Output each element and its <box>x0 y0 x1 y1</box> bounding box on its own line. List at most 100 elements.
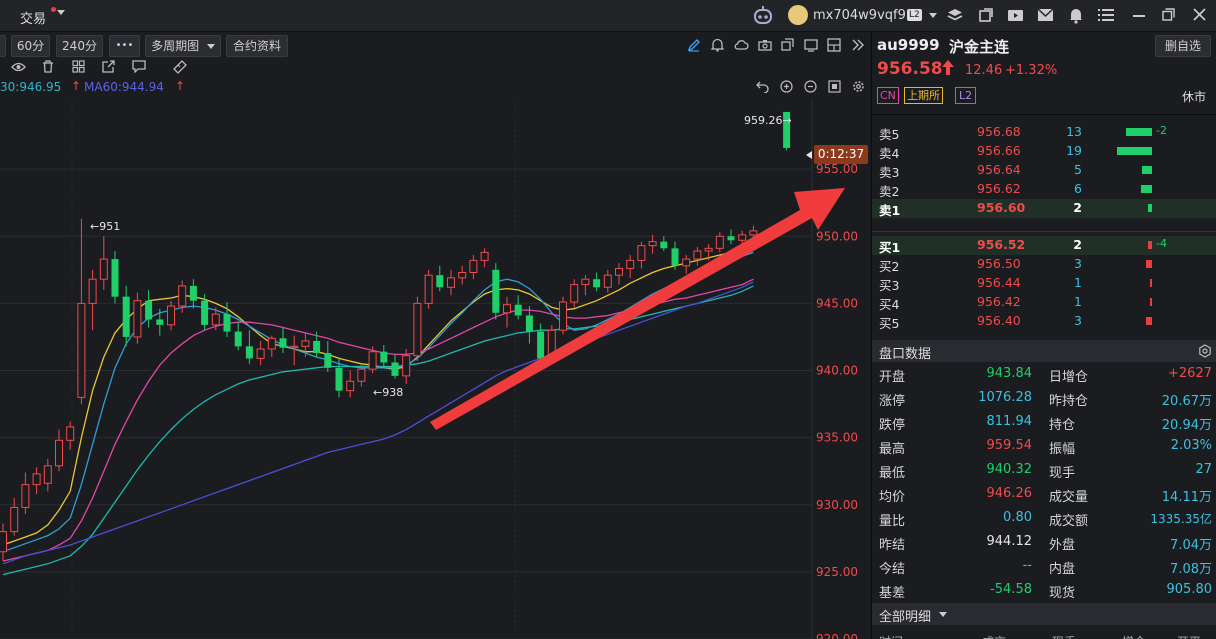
panel-settings-icon[interactable] <box>1198 344 1212 361</box>
price-change-pct: +1.32% <box>1005 63 1058 78</box>
candle-body <box>313 340 321 354</box>
trade-menu[interactable]: 交易 <box>20 8 46 27</box>
tab-60min[interactable]: 60分 <box>11 35 50 57</box>
more-button[interactable]: ••• <box>109 35 140 57</box>
volume-bar <box>1142 166 1152 174</box>
zoom-in-icon[interactable] <box>780 80 793 96</box>
ruler-icon[interactable] <box>173 60 187 77</box>
candlestick-chart[interactable]: 955.00 950.00 945.00 940.00 935.00 930.00 925.… <box>0 100 870 639</box>
stat-label: 持仓 <box>1049 418 1076 433</box>
undo-icon[interactable] <box>756 80 769 96</box>
level-volume: 13 <box>1066 124 1082 139</box>
cloud-icon[interactable] <box>734 39 749 54</box>
stat-label: 现货 <box>1049 586 1076 601</box>
username[interactable]: mx704w9vqf9 <box>813 8 906 23</box>
level-price: 956.44 <box>977 275 1021 290</box>
stat-label: 外盘 <box>1049 538 1076 553</box>
volume-bar <box>1150 279 1152 287</box>
alarm-bell-icon[interactable] <box>710 38 725 55</box>
candle-body <box>413 302 422 357</box>
copy-icon[interactable] <box>781 38 795 55</box>
user-caret-icon[interactable] <box>929 13 937 18</box>
tab-period-partial[interactable] <box>0 35 6 57</box>
ask-row[interactable]: 卖2 956.62 6 <box>872 180 1216 199</box>
remove-watchlist-button[interactable]: 删自选 <box>1155 35 1211 57</box>
stat-item: 日增仓 +2627 <box>872 364 1216 385</box>
level-volume: 19 <box>1066 143 1082 158</box>
menu-icon[interactable] <box>1098 8 1114 25</box>
last-high-annotation: 959.26→ <box>744 114 792 127</box>
ask-row[interactable]: 卖3 956.64 5 <box>872 161 1216 180</box>
level-label: 买3 <box>879 278 900 293</box>
notification-dot <box>51 7 56 12</box>
restore-icon[interactable] <box>1162 8 1175 24</box>
candle-body <box>704 247 713 252</box>
candle-body <box>145 300 153 320</box>
candle-body <box>201 300 209 325</box>
panel-header: 盘口数据 <box>872 340 1216 362</box>
robot-icon[interactable] <box>753 6 773 28</box>
screen-icon[interactable] <box>804 38 818 55</box>
bell-icon[interactable] <box>1068 7 1084 27</box>
fit-icon[interactable] <box>828 80 841 96</box>
volume-bar <box>1146 317 1152 325</box>
zoom-out-icon[interactable] <box>804 80 817 96</box>
avatar[interactable] <box>788 5 808 25</box>
candle-body <box>581 278 590 286</box>
tab-240min[interactable]: 240分 <box>56 35 103 57</box>
bid-row[interactable]: 买4 956.42 1 <box>872 293 1216 312</box>
contract-info-button[interactable]: 合约资料 <box>226 35 288 57</box>
candle-body <box>88 278 97 304</box>
settings-icon[interactable] <box>852 80 865 96</box>
bid-row[interactable]: 买3 956.44 1 <box>872 274 1216 293</box>
bid-row[interactable]: 买2 956.50 3 <box>872 255 1216 274</box>
candle-body <box>211 313 220 326</box>
level-price: 956.60 <box>977 200 1026 215</box>
details-caret-icon[interactable] <box>939 612 947 617</box>
trash-icon[interactable] <box>42 60 54 76</box>
candle-body <box>693 250 702 260</box>
volume-bar <box>1117 147 1152 155</box>
multi-period-dropdown[interactable]: 多周期图 <box>145 35 221 57</box>
ask-row[interactable]: 卖5 956.68 13 -2 <box>872 123 1216 142</box>
level-price: 956.52 <box>977 237 1026 252</box>
camera-icon[interactable] <box>758 39 772 54</box>
level-volume: 2 <box>1073 200 1082 215</box>
caret-down-icon[interactable] <box>57 10 65 15</box>
high-annotation: ←951 <box>90 220 121 233</box>
details-button[interactable]: 全部明细 <box>879 606 931 625</box>
layers-icon[interactable] <box>947 7 963 26</box>
minimize-icon[interactable] <box>1133 15 1145 17</box>
stat-label: 昨持仓 <box>1049 394 1089 409</box>
level-price: 956.62 <box>977 181 1021 196</box>
volume-bar <box>1126 128 1152 136</box>
ask-row[interactable]: 卖4 956.66 19 <box>872 142 1216 161</box>
price-change: 12.46 <box>965 63 1003 78</box>
stat-label: 内盘 <box>1049 562 1076 577</box>
level-volume: 2 <box>1073 237 1082 252</box>
pen-icon[interactable] <box>687 38 701 55</box>
collapse-right-icon[interactable] <box>852 38 864 55</box>
candle-body <box>447 277 455 288</box>
candle-body <box>368 351 377 370</box>
candle-body <box>637 245 646 261</box>
candle-body <box>111 259 119 297</box>
level-volume: 3 <box>1074 256 1082 271</box>
video-icon[interactable] <box>1007 7 1024 26</box>
eye-icon[interactable] <box>11 61 26 76</box>
multi-period-label: 多周期图 <box>151 39 200 53</box>
comment-icon[interactable] <box>132 60 146 76</box>
ma-line <box>2 281 754 565</box>
close-icon[interactable] <box>1193 8 1206 24</box>
window-switch-icon[interactable] <box>978 7 994 26</box>
bid-row[interactable]: 买1 956.52 2 -4 <box>872 236 1216 255</box>
mail-icon[interactable] <box>1037 8 1054 25</box>
y-tick-label: 920.00 <box>816 632 858 639</box>
external-link-icon[interactable] <box>102 60 115 76</box>
symbol-code: au9999 <box>877 36 940 54</box>
layout-icon[interactable] <box>827 38 841 55</box>
bid-row[interactable]: 买5 956.40 3 <box>872 312 1216 331</box>
ask-row[interactable]: 卖1 956.60 2 <box>872 199 1216 218</box>
grid-icon[interactable] <box>72 60 85 76</box>
y-tick-label: 925.00 <box>816 565 858 579</box>
